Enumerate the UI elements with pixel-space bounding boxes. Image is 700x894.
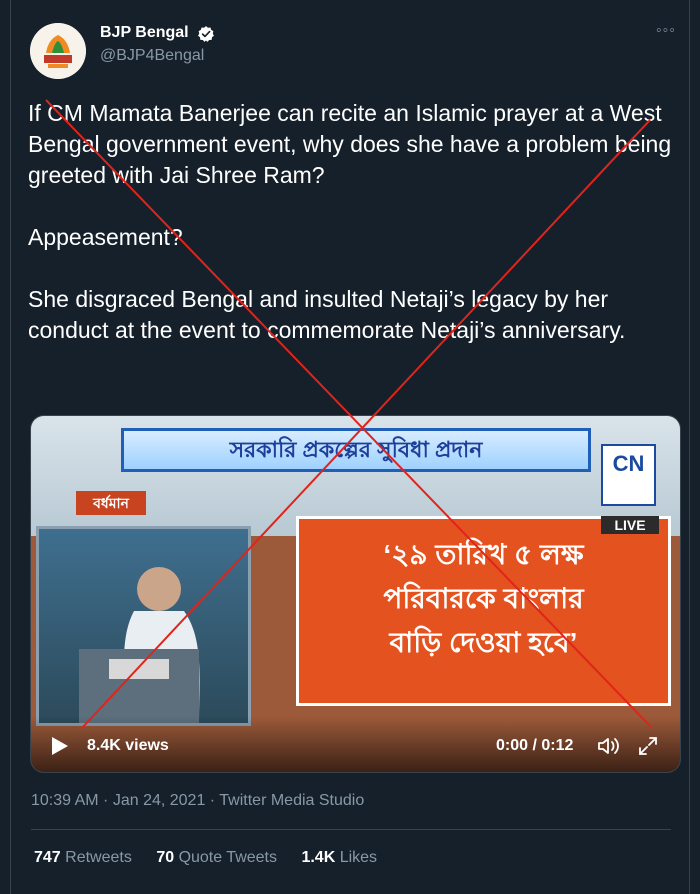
tweet-stats: 747 Retweets 70 Quote Tweets 1.4K Likes [34,849,397,867]
user-name[interactable]: BJP Bengal [100,24,189,42]
quote-line: পরিবারকে বাংলার [383,583,584,614]
retweets-count: 747 [34,849,61,866]
tweet-paragraph: Appeasement? [28,224,183,250]
video-time: 0:00 / 0:12 [496,737,574,754]
tweet-text: If CM Mamata Banerjee can recite an Isla… [28,98,678,346]
channel-logo: CN [601,444,656,506]
speaker-figure [79,567,200,723]
location-tag: বর্ধমান [76,491,146,515]
tweet-paragraph: If CM Mamata Banerjee can recite an Isla… [28,100,672,188]
quote-line: বাড়ি দেওয়া হবে’ [389,627,578,658]
more-icon[interactable]: ◦◦◦ [656,22,676,40]
quotes-count: 70 [156,849,175,866]
live-badge: LIVE [601,516,659,534]
expand-icon[interactable] [639,737,657,755]
speaker-inset [36,526,251,726]
play-icon[interactable] [51,736,69,756]
quote-panel: ‘২৯ তারিখ ৫ লক্ষ পরিবারকে বাংলার বাড়ি দ… [296,516,671,706]
likes-stat[interactable]: 1.4K Likes [301,849,377,866]
likes-label: Likes [339,849,378,866]
quote-line: ‘২৯ তারিখ ৫ লক্ষ [383,539,584,570]
video-player[interactable]: সরকারি প্রকল্পের সুবিধা প্রদান বর্ধমান ‘… [30,415,681,773]
avatar[interactable] [30,23,86,79]
volume-icon[interactable] [597,736,623,756]
tweet-paragraph: She disgraced Bengal and insulted Netaji… [28,286,626,343]
retweets-stat[interactable]: 747 Retweets [34,849,132,866]
video-banner: সরকারি প্রকল্পের সুবিধা প্রদান [121,428,591,472]
divider [31,829,671,830]
verified-badge-icon [198,26,214,42]
quotes-label: Quote Tweets [178,849,277,866]
quote-tweets-stat[interactable]: 70 Quote Tweets [156,849,277,866]
retweets-label: Retweets [65,849,132,866]
bjp-logo-icon [30,23,86,79]
user-handle[interactable]: @BJP4Bengal [100,47,204,65]
likes-count: 1.4K [301,849,336,866]
tweet-timestamp[interactable]: 10:39 AM · Jan 24, 2021 · Twitter Media … [31,792,364,810]
view-count: 8.4K views [87,737,169,754]
